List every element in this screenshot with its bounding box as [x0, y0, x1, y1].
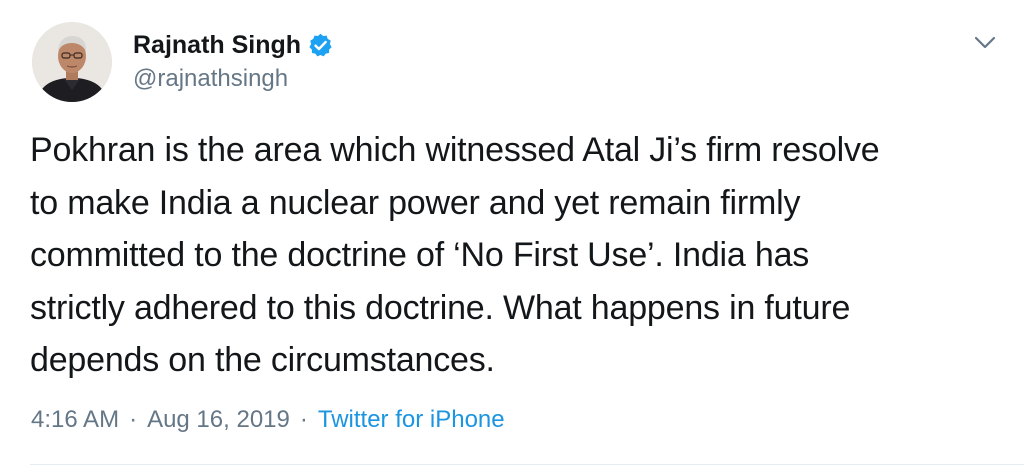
tweet-card: Rajnath Singh @rajnathsingh Pokhran is t…	[0, 0, 1024, 469]
author-handle[interactable]: @rajnathsingh	[133, 64, 288, 94]
verified-badge-icon	[307, 32, 334, 59]
divider	[30, 464, 1024, 465]
avatar[interactable]	[32, 22, 112, 102]
author-name[interactable]: Rajnath Singh	[133, 30, 301, 60]
tweet-time[interactable]: 4:16 AM	[31, 405, 119, 435]
meta-separator: ·	[299, 406, 308, 433]
author-row: Rajnath Singh	[133, 30, 334, 60]
tweet-source-link[interactable]: Twitter for iPhone	[318, 405, 505, 435]
tweet-text: Pokhran is the area which witnessed Atal…	[30, 131, 880, 379]
chevron-down-icon[interactable]	[968, 28, 1002, 56]
meta-separator: ·	[129, 406, 138, 433]
profile-photo	[32, 22, 112, 102]
tweet-metadata: 4:16 AM · Aug 16, 2019 · Twitter for iPh…	[31, 405, 505, 435]
tweet-date[interactable]: Aug 16, 2019	[147, 405, 290, 435]
